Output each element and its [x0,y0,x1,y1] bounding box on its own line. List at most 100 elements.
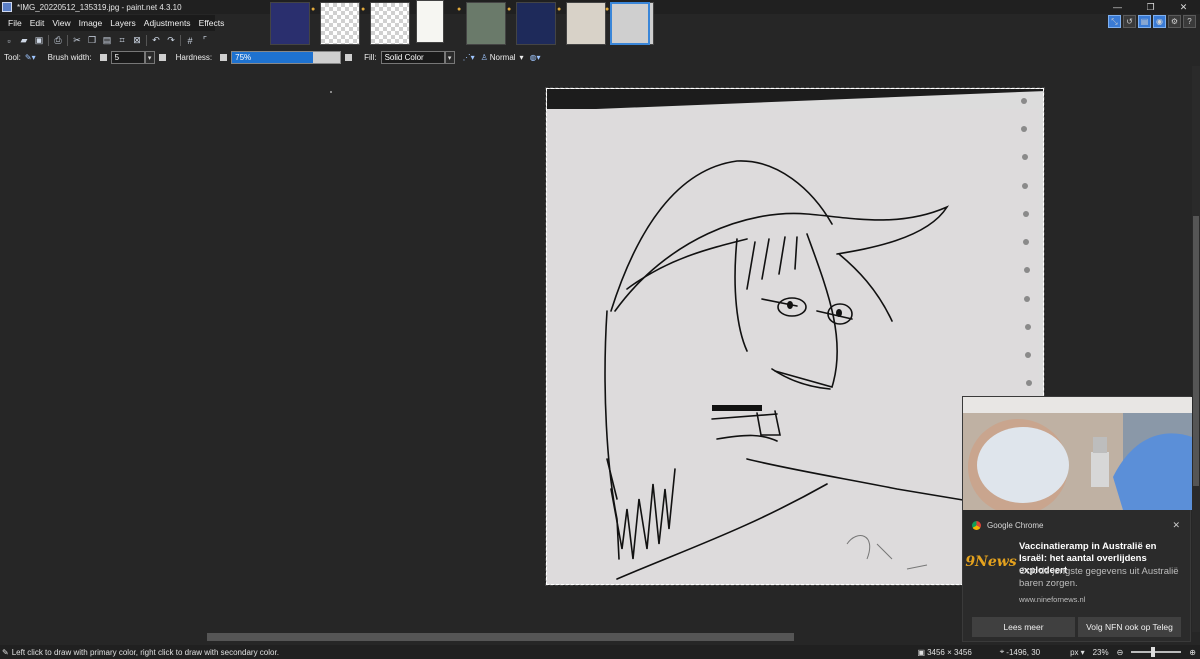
crop-icon[interactable]: ⌗ [116,35,128,47]
minimize-button[interactable]: — [1101,0,1134,14]
image-tab-1[interactable] [270,2,310,45]
zoom-in-icon[interactable]: ⊕ [1189,648,1196,657]
sampling-icon[interactable]: ◍▾ [530,53,541,62]
toolbar-separator [48,35,49,46]
menu-edit[interactable]: Edit [26,18,49,28]
colors-toggle-icon[interactable]: ◉ [1153,15,1166,28]
unsaved-star-icon: ● [605,6,610,13]
settings-gear-icon[interactable]: ⚙ [1168,15,1181,28]
menu-adjustments[interactable]: Adjustments [140,18,195,28]
vertical-scroll-thumb[interactable] [1193,216,1199,486]
blend-mode-chevron-icon[interactable]: ▾ [520,53,524,62]
notification-close-icon[interactable]: ✕ [1172,520,1180,531]
cursor-position-icon: ⌖ [999,647,1005,656]
notification-body: Ook de jongste gegevens uit Australië ba… [1019,566,1179,589]
unsaved-star-icon: ● [457,6,462,13]
paste-icon[interactable]: ▤ [101,35,113,47]
redo-icon[interactable]: ↷ [165,35,177,47]
hardness-value: 75% [235,53,252,62]
chrome-notification[interactable]: Google Chrome ✕ 9News Vaccinatieramp in … [962,396,1192,642]
ruler-icon[interactable]: ⌜ [199,35,211,47]
image-size-icon: ▣ [917,647,926,657]
toolbar-separator [180,35,181,46]
image-tab-6[interactable]: ● [507,2,556,45]
paintbrush-status-icon: ✎ [2,647,9,657]
grid-icon[interactable]: # [184,35,196,47]
window-toggles: ⤡ ↺ ▤ ◉ ⚙ ? [1108,15,1196,28]
image-tab-3[interactable]: ● [361,2,410,45]
status-bar: ✎ Left click to draw with primary color,… [0,645,1200,659]
fill-dropdown[interactable]: ▾ [444,51,455,64]
brush-width-input[interactable]: 5 [110,51,145,64]
new-icon[interactable]: ▫ [3,35,15,47]
brush-width-decrease-icon[interactable] [99,54,107,61]
horizontal-scroll-thumb[interactable] [207,633,794,641]
brush-width-label: Brush width: [47,53,92,62]
paintbrush-icon[interactable]: ✎▾ [25,53,36,62]
image-tab-4[interactable] [416,0,444,43]
toolbar-separator [67,35,68,46]
copy-icon[interactable]: ❐ [86,35,98,47]
window-title: *IMG_20220512_135319.jpg - paint.net 4.3… [17,2,182,12]
zoom-out-icon[interactable]: ⊖ [1117,648,1124,657]
menu-view[interactable]: View [48,18,74,28]
fill-select[interactable]: Solid Color [380,51,445,64]
tool-label: Tool: [4,53,21,62]
menu-image[interactable]: Image [75,18,107,28]
maximize-button[interactable]: ❐ [1134,0,1167,14]
hardness-increase-icon[interactable] [345,54,353,61]
menu-bar: File Edit View Image Layers Adjustments … [0,15,224,31]
menu-effects[interactable]: Effects [195,18,229,28]
status-hint: Left click to draw with primary color, r… [11,647,279,657]
history-toggle-icon[interactable]: ↺ [1123,15,1136,28]
blend-mode-select[interactable]: Normal [490,53,516,62]
notification-source: www.ninefornews.nl [1019,595,1086,604]
toolbar-separator [146,35,147,46]
zoom-slider-thumb[interactable] [1151,647,1156,657]
notification-image [963,397,1192,510]
image-tab-7[interactable]: ● [557,2,606,45]
cursor-dot [330,91,332,93]
image-tab-2[interactable]: ● [311,2,360,45]
undo-icon[interactable]: ↶ [150,35,162,47]
brush-width-increase-icon[interactable] [158,54,166,61]
menu-file[interactable]: File [4,18,26,28]
deselect-icon[interactable]: ⊠ [131,35,143,47]
paintnet-window: *IMG_20220512_135319.jpg - paint.net 4.3… [0,0,1200,659]
antialias-icon[interactable]: ⋰▾ [463,53,475,62]
follow-telegram-button[interactable]: Volg NFN ook op Teleg [1078,617,1181,637]
unsaved-star-icon: ● [311,6,316,13]
hardness-slider[interactable]: 75% [231,51,342,64]
units-select[interactable]: px [1070,648,1078,657]
open-folder-icon[interactable]: ▰ [18,35,30,47]
logo-text: 9News [965,554,1017,570]
cut-icon[interactable]: ✂ [71,35,83,47]
hardness-label: Hardness: [175,53,213,62]
fill-label: Fill: [364,53,377,62]
notification-app: Google Chrome [987,521,1044,530]
notification-header: Google Chrome [972,521,1043,530]
brush-width-dropdown[interactable]: ▾ [144,51,155,64]
menu-layers[interactable]: Layers [106,18,140,28]
zoom-value[interactable]: 23% [1093,648,1109,657]
units-chevron-icon[interactable]: ▾ [1081,648,1085,657]
paintnet-app-icon [2,2,12,12]
save-icon[interactable]: ▣ [33,35,45,47]
image-tab-active[interactable] [610,2,650,45]
help-icon[interactable]: ? [1183,15,1196,28]
print-icon[interactable]: ⎙ [52,35,64,47]
chrome-icon [972,521,981,530]
tools-toggle-icon[interactable]: ⤡ [1108,15,1121,28]
layers-toggle-icon[interactable]: ▤ [1138,15,1151,28]
close-button[interactable]: ✕ [1167,0,1200,14]
image-tab-5[interactable]: ● [457,2,506,45]
hardness-decrease-icon[interactable] [220,54,228,61]
ninefornews-logo: 9News [965,546,1016,578]
zoom-slider[interactable] [1131,647,1182,657]
read-more-button[interactable]: Lees meer [972,617,1075,637]
blend-mode-icon: ♙ [480,53,488,62]
vertical-scrollbar[interactable] [1192,66,1200,632]
notification-photo [963,397,1192,510]
image-tabs-strip: ● ● ● ● ● ● [270,0,670,48]
main-toolbar: ▫ ▰ ▣ ⎙ ✂ ❐ ▤ ⌗ ⊠ ↶ ↷ # ⌜ [0,32,270,49]
